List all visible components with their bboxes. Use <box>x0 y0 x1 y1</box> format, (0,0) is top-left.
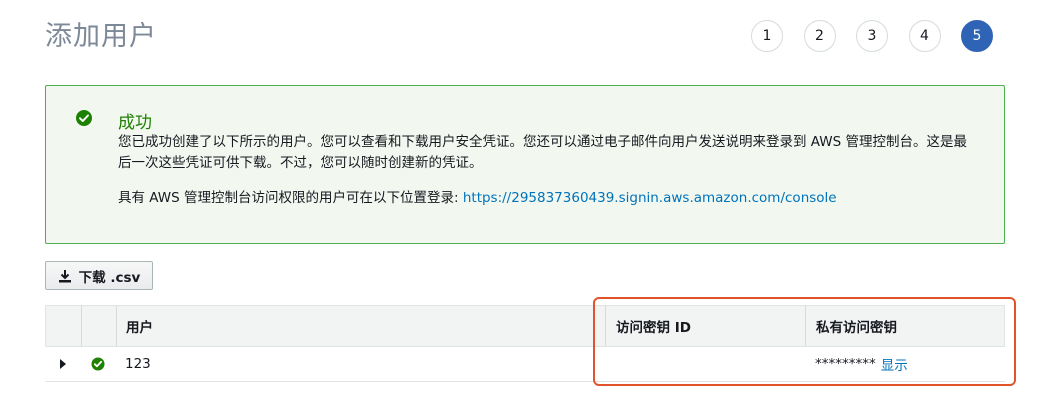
page-title: 添加用户 <box>45 21 157 52</box>
alert-message: 您已成功创建了以下所示的用户。您可以查看和下载用户安全凭证。您还可以通过电子邮件… <box>118 134 967 171</box>
user-name-cell: 123 <box>125 356 151 372</box>
download-csv-button[interactable]: 下载 .csv <box>45 261 153 290</box>
download-csv-label: 下载 .csv <box>78 269 141 286</box>
show-secret-link[interactable]: 显示 <box>881 354 908 374</box>
table-header: 用户 访问密钥 ID 私有访问密钥 <box>45 305 1005 347</box>
wizard-step-3[interactable]: 3 <box>856 20 888 52</box>
column-header-access-key-id[interactable]: 访问密钥 ID <box>616 306 691 346</box>
alert-title: 成功 <box>118 113 152 133</box>
expand-row-icon[interactable] <box>59 347 67 381</box>
wizard-step-2[interactable]: 2 <box>803 20 836 52</box>
user-status-check-icon <box>91 347 105 381</box>
wizard-step-4[interactable]: 4 <box>908 20 941 52</box>
column-header-user[interactable]: 用户 <box>126 306 153 346</box>
success-alert: 成功 您已成功创建了以下所示的用户。您可以查看和下载用户安全凭证。您还可以通过电… <box>45 85 1005 244</box>
wizard-steps: 1 2 3 4 5 <box>751 20 1014 52</box>
wizard-step-1[interactable]: 1 <box>751 20 783 52</box>
secret-key-masked: ********* <box>815 356 876 372</box>
column-header-secret-key[interactable]: 私有访问密钥 <box>816 306 897 346</box>
check-circle-icon <box>75 109 93 127</box>
download-icon <box>58 269 71 282</box>
wizard-step-5[interactable]: 5 <box>961 20 993 52</box>
login-text: 具有 AWS 管理控制台访问权限的用户可在以下位置登录: <box>118 190 459 206</box>
table-row: 123 ********* 显示 <box>45 347 1005 382</box>
console-login-link[interactable]: https://295837360439.signin.aws.amazon.c… <box>463 190 837 206</box>
secret-key-cell: ********* 显示 <box>815 347 908 381</box>
users-table: 用户 访问密钥 ID 私有访问密钥 123 ********* 显示 <box>45 305 1005 382</box>
login-info: 具有 AWS 管理控制台访问权限的用户可在以下位置登录: https://295… <box>118 188 978 209</box>
